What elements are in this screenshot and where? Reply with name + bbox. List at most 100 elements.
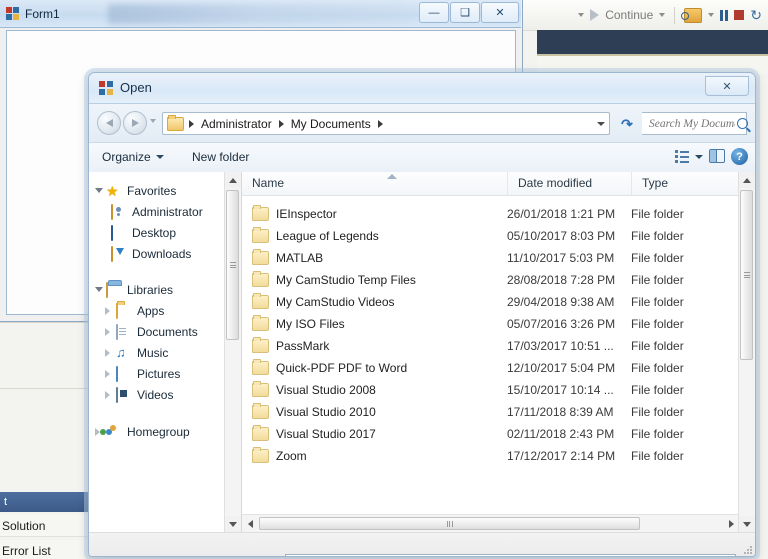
continue-dropdown-icon[interactable] <box>659 13 666 17</box>
restart-icon[interactable]: ↻ <box>750 8 762 22</box>
form1-close-button[interactable]: ✕ <box>481 2 519 23</box>
scrollbar-thumb[interactable] <box>740 190 753 360</box>
table-row[interactable]: PassMark 17/03/2017 10:51 ... File folder <box>242 335 739 357</box>
breadcrumb-administrator[interactable]: Administrator <box>199 117 274 131</box>
file-name-text: MATLAB <box>276 251 324 265</box>
change-view-button[interactable] <box>675 150 703 163</box>
column-label: Name <box>252 176 285 190</box>
file-name-text: IEInspector <box>276 207 337 221</box>
table-row[interactable]: Zoom 17/12/2017 2:14 PM File folder <box>242 445 739 467</box>
file-name-combobox[interactable] <box>285 554 736 558</box>
date-modified-cell: 12/10/2017 5:04 PM <box>507 361 616 375</box>
file-name-input[interactable] <box>290 557 723 558</box>
table-row[interactable]: My CamStudio Videos 29/04/2018 9:38 AM Fil… <box>242 291 739 313</box>
refresh-button[interactable]: ↷ <box>616 113 638 134</box>
file-name-text: Visual Studio 2010 <box>276 405 376 419</box>
scroll-right-button[interactable] <box>723 516 739 532</box>
vs-tab-error-list[interactable]: Error List <box>0 540 96 559</box>
address-dropdown-icon[interactable] <box>597 121 605 126</box>
scroll-up-button[interactable] <box>739 172 755 188</box>
nav-item-desktop[interactable]: Desktop <box>89 222 225 243</box>
dropdown-caret-icon[interactable] <box>578 13 585 17</box>
nav-item-pictures[interactable]: Pictures <box>89 363 225 384</box>
recent-locations-dropdown-icon[interactable] <box>150 119 156 123</box>
file-list-vertical-scrollbar[interactable] <box>738 172 755 532</box>
folder-icon <box>252 227 269 243</box>
breadcrumb-separator-icon[interactable] <box>189 119 194 128</box>
open-file-dialog[interactable]: Open ✕ Administrator My Documents ↷ Sear… <box>88 72 756 557</box>
help-icon[interactable]: ? <box>731 148 748 165</box>
file-type-cell: File folder <box>631 339 684 353</box>
organize-button[interactable]: Organize <box>102 150 164 164</box>
expander-closed-icon[interactable] <box>105 369 116 378</box>
table-row[interactable]: League of Legends 05/10/2017 8:03 PM File … <box>242 225 739 247</box>
form1-title-bar[interactable]: Form1 — ❑ ✕ <box>0 0 521 28</box>
scroll-down-button[interactable] <box>225 516 241 532</box>
resize-grip-icon[interactable] <box>742 544 752 554</box>
vs-tab-selected[interactable]: t <box>0 492 96 512</box>
breakpoints-icon[interactable] <box>681 7 703 23</box>
table-row[interactable]: IEInspector 26/01/2018 1:21 PM File folder <box>242 203 739 225</box>
file-list-horizontal-scrollbar[interactable] <box>242 514 739 532</box>
nav-item-videos[interactable]: Videos <box>89 384 225 405</box>
preview-pane-button[interactable] <box>709 149 725 163</box>
back-button[interactable] <box>97 111 121 135</box>
nav-item-administrator[interactable]: Administrator <box>89 201 225 222</box>
nav-item-apps[interactable]: Apps <box>89 300 225 321</box>
play-triangle-icon[interactable] <box>590 9 600 21</box>
expander-closed-icon[interactable] <box>105 348 116 357</box>
breadcrumb-my-documents[interactable]: My Documents <box>289 117 373 131</box>
table-row[interactable]: Visual Studio 2010 17/11/2018 8:39 AM File… <box>242 401 739 423</box>
vs-tab-solution[interactable]: Solution <box>0 515 96 537</box>
expander-open-icon[interactable] <box>95 188 106 193</box>
breakpoints-dropdown-icon[interactable] <box>708 13 715 17</box>
scroll-down-button[interactable] <box>739 516 755 532</box>
nav-item-documents[interactable]: Documents <box>89 321 225 342</box>
column-header-type[interactable]: Type <box>631 172 755 195</box>
nav-item-downloads[interactable]: Downloads <box>89 243 225 264</box>
view-dropdown-icon[interactable] <box>695 154 703 159</box>
stop-icon[interactable] <box>734 10 745 20</box>
hscrollbar-thumb[interactable] <box>259 517 640 530</box>
column-header-date-modified[interactable]: Date modified <box>507 172 631 195</box>
folder-icon <box>116 302 132 319</box>
nav-group-homegroup[interactable]: Homegroup <box>89 421 225 442</box>
continue-label[interactable]: Continue <box>605 8 653 22</box>
dialog-title-bar[interactable]: Open ✕ <box>89 73 755 104</box>
chevron-down-icon <box>155 155 164 159</box>
file-type-cell: File folder <box>631 427 684 441</box>
forward-button[interactable] <box>123 111 147 135</box>
table-row[interactable]: Visual Studio 2017 02/11/2018 2:43 PM File… <box>242 423 739 445</box>
expander-closed-icon[interactable] <box>105 306 116 315</box>
folder-icon <box>167 114 184 131</box>
expander-closed-icon[interactable] <box>105 390 116 399</box>
hscroll-track[interactable] <box>258 516 723 531</box>
dialog-app-icon <box>99 81 113 95</box>
scroll-left-button[interactable] <box>242 516 258 532</box>
nav-group-libraries[interactable]: Libraries <box>89 279 225 300</box>
scroll-up-button[interactable] <box>225 172 241 188</box>
search-input[interactable] <box>647 116 737 131</box>
expander-open-icon[interactable] <box>95 287 106 292</box>
form1-minimize-button[interactable]: — <box>419 2 449 23</box>
new-folder-button[interactable]: New folder <box>192 150 249 164</box>
breadcrumb-separator-icon[interactable] <box>278 119 284 128</box>
column-header-name[interactable]: Name <box>242 172 507 195</box>
table-row[interactable]: Visual Studio 2008 15/10/2017 10:14 ... Fi… <box>242 379 739 401</box>
form1-maximize-button[interactable]: ❑ <box>450 2 480 23</box>
expander-closed-icon[interactable] <box>105 327 116 336</box>
nav-item-music[interactable]: ♫ Music <box>89 342 225 363</box>
table-row[interactable]: My ISO Files 05/07/2016 3:26 PM File folde… <box>242 313 739 335</box>
breadcrumb-separator-icon[interactable] <box>377 119 383 128</box>
dialog-close-button[interactable]: ✕ <box>705 76 749 96</box>
search-box[interactable] <box>642 112 748 135</box>
scrollbar-thumb[interactable] <box>226 190 239 340</box>
nav-group-favorites[interactable]: ★ Favorites <box>89 180 225 201</box>
address-bar[interactable]: Administrator My Documents <box>162 112 610 135</box>
table-row[interactable]: Quick-PDF PDF to Word 12/10/2017 5:04 PM F… <box>242 357 739 379</box>
navpane-vertical-scrollbar[interactable] <box>224 172 241 532</box>
pause-icon[interactable] <box>720 9 729 21</box>
table-row[interactable]: MATLAB 11/10/2017 5:03 PM File folder <box>242 247 739 269</box>
table-row[interactable]: My CamStudio Temp Files 28/08/2018 7:28 P… <box>242 269 739 291</box>
nav-label: Favorites <box>127 183 177 198</box>
